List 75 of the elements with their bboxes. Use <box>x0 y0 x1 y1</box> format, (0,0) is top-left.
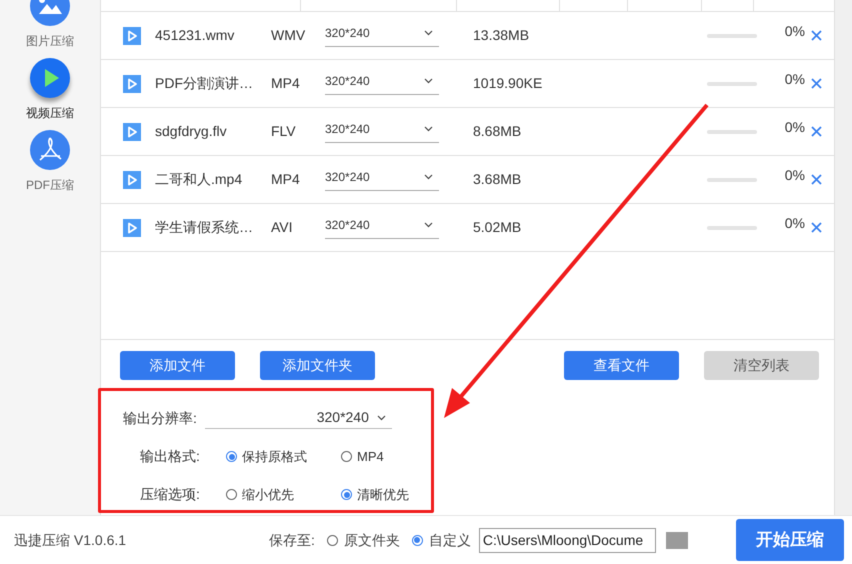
radio-button[interactable] <box>412 534 423 546</box>
file-size: 1019.90KE <box>473 74 544 93</box>
file-format: AVI <box>271 218 294 237</box>
option-label: 输出格式: <box>140 447 201 466</box>
play-icon <box>123 170 141 188</box>
file-size: 8.68MB <box>473 122 522 141</box>
caret-icon <box>376 414 386 420</box>
file-format: WMV <box>271 26 306 45</box>
resolution-select[interactable]: 320*240 <box>204 407 392 429</box>
radio-label: 保持原格式 <box>242 448 307 466</box>
close-icon[interactable] <box>811 174 822 185</box>
play-icon <box>123 74 141 92</box>
path-field[interactable]: C:\Users\Mloong\Docume <box>478 528 656 552</box>
file-format: MP4 <box>271 74 301 93</box>
file-name: 451231.wmv <box>155 26 236 45</box>
file-size: 13.38MB <box>473 26 530 45</box>
file-row[interactable]: 学生请假系统… AVI 320*240 5.02MB 0% <box>101 204 834 252</box>
file-name: 二哥和人.mp4 <box>155 170 244 189</box>
caret-icon <box>424 222 433 228</box>
file-row[interactable]: PDF分割演讲… MP4 320*240 1019.90KE 0% <box>101 60 834 108</box>
caret-icon <box>424 174 433 180</box>
resolution-select[interactable]: 320*240 <box>325 120 439 142</box>
file-name: 学生请假系统… <box>155 218 254 237</box>
file-name: PDF分割演讲… <box>155 74 254 93</box>
file-format: MP4 <box>271 170 301 189</box>
play-icon <box>123 26 141 44</box>
version-text: 迅捷压缩 V1.0.6.1 <box>14 530 128 550</box>
caret-icon <box>424 30 433 36</box>
caret-icon <box>424 126 433 132</box>
file-row[interactable]: 451231.wmv WMV 320*240 13.38MB 0% <box>101 12 834 60</box>
action-button[interactable]: 添加文件 <box>120 351 235 380</box>
radio-label: 清晰优先 <box>357 486 409 504</box>
action-button[interactable]: 查看文件 <box>564 351 679 380</box>
radio-label: 自定义 <box>428 530 471 550</box>
resolution-select[interactable]: 320*240 <box>325 72 439 94</box>
caret-icon <box>424 78 433 84</box>
radio-label: 缩小优先 <box>242 486 294 504</box>
radio-button[interactable] <box>326 534 338 546</box>
progress-percent: 0% <box>784 118 805 137</box>
file-size: 5.02MB <box>473 218 522 237</box>
radio-label: MP4 <box>357 448 384 466</box>
play-icon <box>30 58 70 98</box>
play-icon <box>123 122 141 140</box>
close-icon[interactable] <box>811 126 822 137</box>
start-button[interactable]: 开始压缩 <box>736 519 844 561</box>
action-button[interactable]: 添加文件夹 <box>260 351 375 380</box>
file-size: 3.68MB <box>473 170 522 189</box>
close-icon[interactable] <box>811 78 822 89</box>
progress-percent: 0% <box>784 70 805 89</box>
progress-percent: 0% <box>784 22 805 41</box>
radio-label: 原文件夹 <box>344 530 400 550</box>
progress-percent: 0% <box>784 214 805 233</box>
resolution-label: 输出分辨率: <box>123 408 197 428</box>
resolution-select[interactable]: 320*240 <box>325 168 439 190</box>
radio-button[interactable] <box>341 451 352 462</box>
file-name: sdgfdryg.flv <box>155 122 228 141</box>
progress-percent: 0% <box>784 166 805 185</box>
close-icon[interactable] <box>811 30 822 41</box>
resolution-select[interactable]: 320*240 <box>325 24 439 46</box>
pdf-icon <box>30 130 70 170</box>
file-row[interactable]: sdgfdryg.flv FLV 320*240 8.68MB 0% <box>101 108 834 156</box>
save-label: 保存至: <box>269 530 315 550</box>
browse-button[interactable] <box>666 532 688 548</box>
option-label: 压缩选项: <box>140 485 201 504</box>
radio-button[interactable] <box>341 489 352 500</box>
resolution-select[interactable]: 320*240 <box>325 216 439 238</box>
sidebar-item[interactable]: 图片压缩 <box>26 0 74 50</box>
close-icon[interactable] <box>811 222 822 233</box>
sidebar-item[interactable]: PDF压缩 <box>26 130 74 194</box>
file-format: FLV <box>271 122 297 141</box>
play-icon <box>123 218 141 236</box>
sidebar-item[interactable]: 视频压缩 <box>26 58 74 122</box>
radio-button[interactable] <box>226 489 237 500</box>
radio-button[interactable] <box>226 451 237 462</box>
file-row[interactable]: 二哥和人.mp4 MP4 320*240 3.68MB 0% <box>101 156 834 204</box>
